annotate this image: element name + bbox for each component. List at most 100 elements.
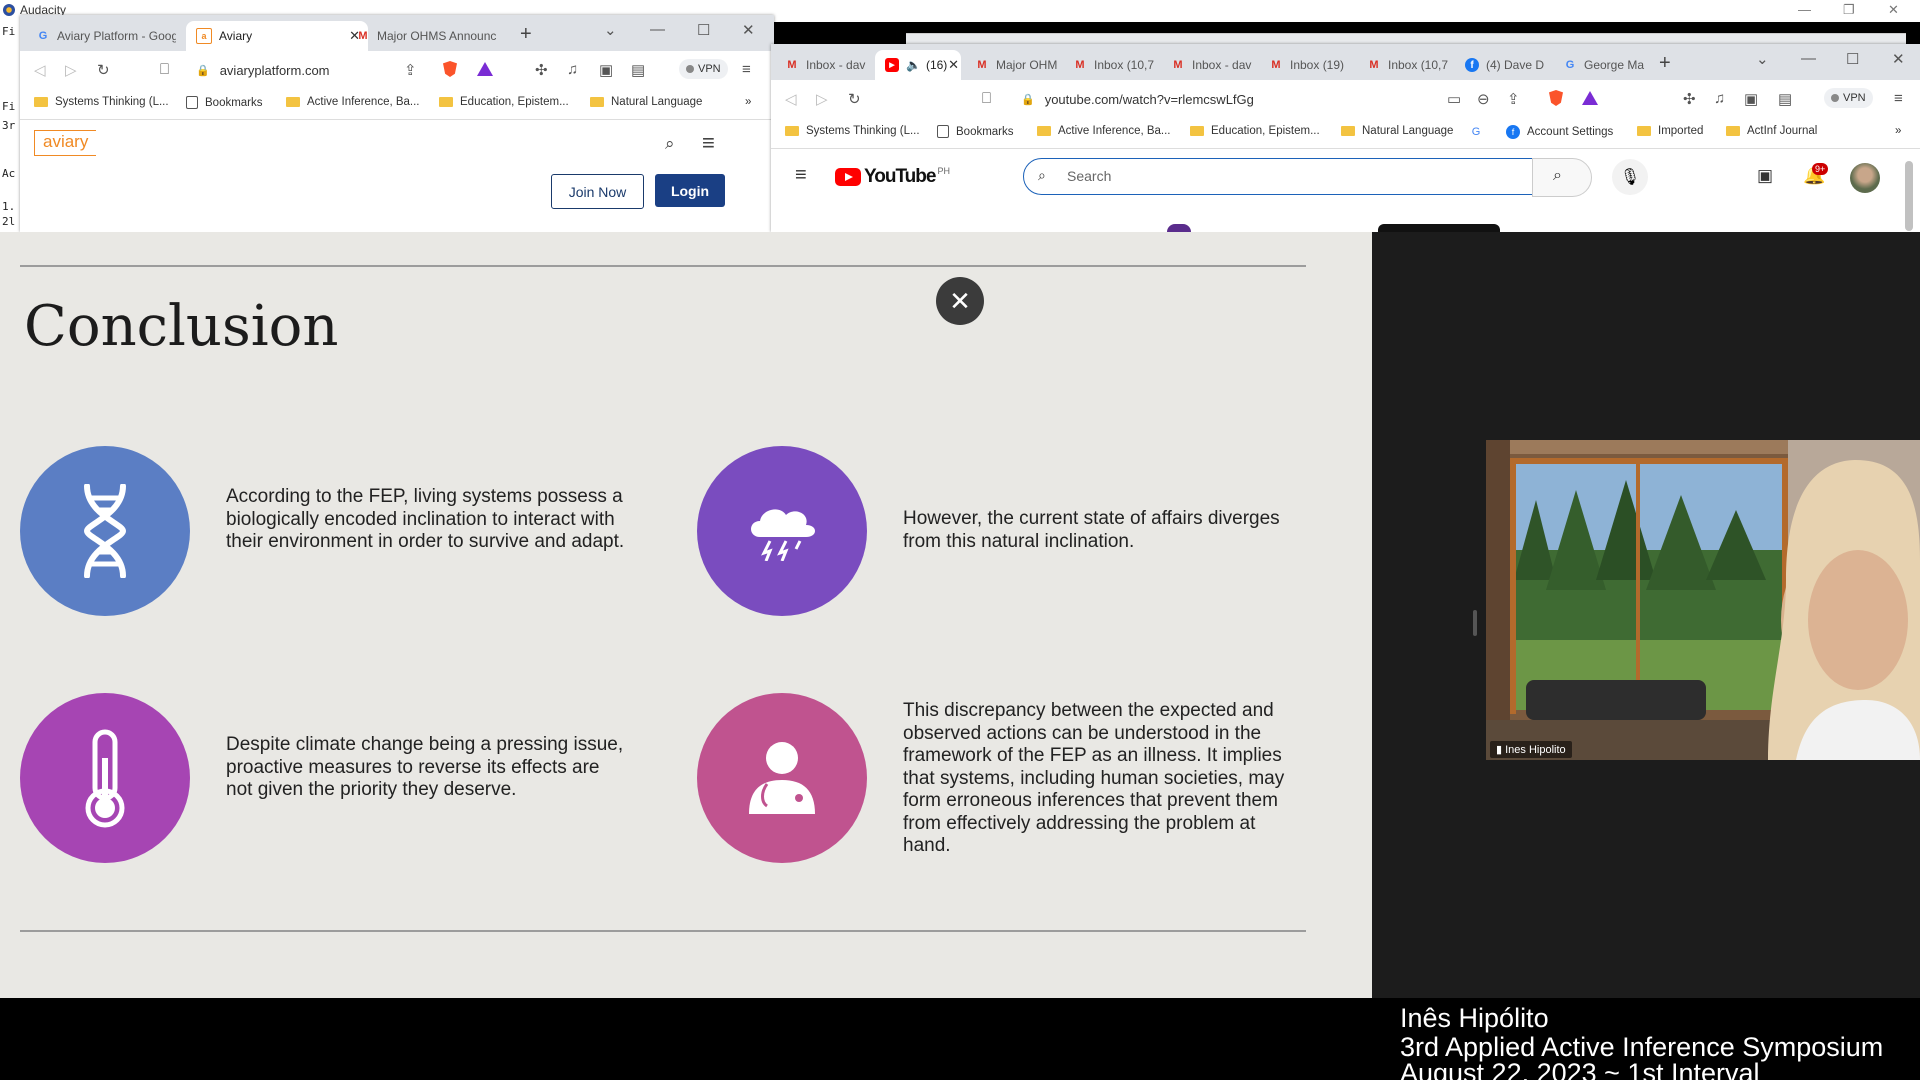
media-icon[interactable]: ♫: [1714, 90, 1725, 107]
minimize-icon[interactable]: —: [650, 21, 665, 38]
bookmark-icon[interactable]: ⎕: [160, 61, 169, 78]
tab-ohms[interactable]: M Major OHMS Announc: [346, 21, 531, 51]
zoom-icon[interactable]: ⊖: [1477, 90, 1490, 108]
wallet-icon[interactable]: ▤: [1778, 90, 1792, 108]
signal-icon: ▮: [1496, 744, 1503, 756]
aud-text: 1.: [2, 200, 16, 213]
thermometer-icon: [20, 693, 190, 863]
bookmark-item[interactable]: Natural Language: [590, 96, 702, 108]
share-icon[interactable]: ⇪: [1507, 90, 1520, 108]
more-bookmarks-icon[interactable]: »: [1895, 125, 1901, 137]
google-bookmark-icon[interactable]: G: [1469, 125, 1490, 139]
scrollbar[interactable]: [1905, 161, 1913, 231]
maximize-icon[interactable]: ☐: [1846, 50, 1859, 68]
tab-google[interactable]: G George Ma: [1553, 50, 1647, 80]
tab-inbox[interactable]: M Inbox - dav: [775, 50, 875, 80]
extensions-icon[interactable]: ✣: [535, 61, 548, 79]
tab-inbox[interactable]: M Inbox - dav: [1161, 50, 1255, 80]
forward-icon[interactable]: ▷: [816, 90, 828, 108]
join-now-button[interactable]: Join Now: [551, 174, 644, 209]
share-icon[interactable]: ⇪: [404, 61, 417, 79]
cast-icon[interactable]: ▭: [1447, 90, 1461, 108]
youtube-play-icon: [835, 168, 861, 186]
bookmark-item[interactable]: Systems Thinking (L...: [34, 96, 169, 108]
bookmark-item[interactable]: Bookmarks: [937, 125, 1014, 138]
search-icon[interactable]: ⌕: [665, 134, 675, 154]
brave-rewards-icon[interactable]: [1582, 91, 1598, 105]
bookmark-item[interactable]: f Account Settings: [1506, 125, 1613, 139]
close-tab-icon: ✕: [948, 57, 959, 72]
create-video-icon[interactable]: ▣: [1757, 166, 1773, 186]
chevron-down-icon[interactable]: ⌄: [1756, 50, 1769, 68]
back-icon[interactable]: ◁: [34, 61, 46, 79]
bookmark-item[interactable]: Imported: [1637, 125, 1703, 137]
minimize-icon[interactable]: —: [1801, 50, 1816, 67]
vpn-button[interactable]: VPN: [1824, 88, 1873, 108]
brave-shield-icon[interactable]: [1549, 90, 1563, 106]
audacity-side-panel: Fi 3r Ac 1. 2l Fi: [0, 22, 21, 232]
brave-rewards-icon[interactable]: [477, 62, 493, 76]
close-button[interactable]: ✕: [936, 277, 984, 325]
vpn-button[interactable]: VPN: [679, 59, 728, 79]
hamburger-menu-icon[interactable]: ≡: [702, 130, 715, 156]
bookmark-item[interactable]: Systems Thinking (L...: [785, 125, 920, 137]
tab-inbox[interactable]: M Inbox (19): [1259, 50, 1353, 80]
bookmark-item[interactable]: Education, Epistem...: [439, 96, 569, 108]
more-bookmarks-icon[interactable]: »: [745, 96, 751, 108]
close-icon[interactable]: ✕: [1892, 50, 1905, 68]
close-icon[interactable]: ✕: [1888, 2, 1899, 18]
bookmarks-bar: Systems Thinking (L... Bookmarks Active …: [20, 89, 774, 120]
youtube-search-input[interactable]: ⌕ Search: [1023, 158, 1533, 195]
sidebar-icon[interactable]: ▣: [1744, 90, 1758, 108]
new-tab-icon[interactable]: +: [520, 23, 532, 46]
back-icon[interactable]: ◁: [785, 90, 797, 108]
forward-icon[interactable]: ▷: [65, 61, 77, 79]
youtube-icon: ▶: [885, 58, 899, 72]
new-tab-icon[interactable]: +: [1659, 52, 1671, 75]
avatar[interactable]: [1850, 163, 1880, 193]
tab-ohms[interactable]: M Major OHM: [965, 50, 1059, 80]
tab-youtube[interactable]: ▶ 🔈 (16) ✕: [875, 50, 961, 80]
sidebar-icon[interactable]: ▣: [599, 61, 613, 79]
aud-text: 3r: [2, 119, 16, 132]
minimize-icon[interactable]: —: [1798, 2, 1811, 17]
menu-icon[interactable]: ≡: [1894, 90, 1903, 107]
resize-handle[interactable]: [1473, 610, 1477, 636]
chevron-down-icon[interactable]: ⌄: [604, 21, 617, 39]
bookmark-item[interactable]: Bookmarks: [186, 96, 263, 109]
bookmark-icon[interactable]: ⎕: [982, 90, 991, 107]
tab-facebook[interactable]: f (4) Dave D: [1455, 50, 1549, 80]
tab-aviary[interactable]: a Aviary ✕: [186, 21, 368, 51]
bookmark-item[interactable]: Active Inference, Ba...: [1037, 125, 1171, 137]
address-bar[interactable]: 🔒 youtube.com/watch?v=rlemcswLfGg: [1021, 85, 1421, 113]
menu-icon[interactable]: ≡: [742, 61, 751, 78]
address-bar[interactable]: 🔒 aviaryplatform.com: [196, 56, 426, 84]
reload-icon[interactable]: ↻: [97, 61, 110, 79]
youtube-logo[interactable]: YouTube PH: [835, 166, 950, 188]
bookmark-item[interactable]: ActInf Journal: [1726, 125, 1817, 137]
tab-aviary-google[interactable]: G Aviary Platform - Goog: [26, 21, 176, 51]
wallet-icon[interactable]: ▤: [631, 61, 645, 79]
google-icon: G: [38, 30, 48, 42]
media-icon[interactable]: ♫: [567, 61, 578, 78]
tab-inbox[interactable]: M Inbox (10,7: [1063, 50, 1157, 80]
restore-icon[interactable]: ❐: [1843, 2, 1855, 18]
brave-shield-icon[interactable]: [443, 61, 457, 77]
bookmark-item[interactable]: Natural Language: [1341, 125, 1453, 137]
youtube-search-button[interactable]: ⌕: [1532, 158, 1592, 197]
tab-label: Aviary: [219, 29, 253, 43]
search-icon: ⌕: [1553, 167, 1562, 184]
extensions-icon[interactable]: ✣: [1683, 90, 1696, 108]
aud-text: Ac: [2, 167, 16, 180]
close-icon[interactable]: ✕: [742, 21, 755, 39]
login-button[interactable]: Login: [655, 174, 725, 207]
aviary-icon: a: [196, 28, 212, 44]
microphone-icon[interactable]: 🎙: [1612, 159, 1648, 195]
bookmark-item[interactable]: Active Inference, Ba...: [286, 96, 420, 108]
hamburger-menu-icon[interactable]: ≡: [795, 164, 807, 187]
tab-inbox[interactable]: M Inbox (10,7: [1357, 50, 1451, 80]
maximize-icon[interactable]: ☐: [697, 21, 710, 39]
bookmark-item[interactable]: Education, Epistem...: [1190, 125, 1320, 137]
aviary-logo[interactable]: aviary: [34, 130, 97, 156]
reload-icon[interactable]: ↻: [848, 90, 861, 108]
